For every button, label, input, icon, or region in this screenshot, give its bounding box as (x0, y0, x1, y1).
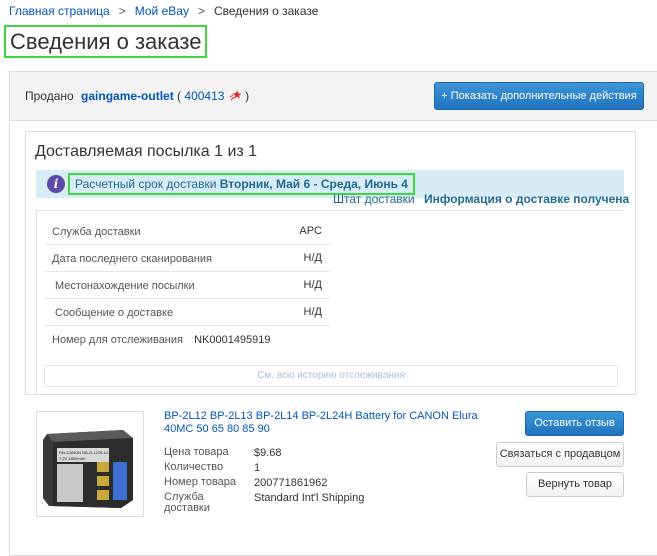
leave-feedback-button[interactable]: Оставить отзыв (525, 411, 624, 436)
detail-label: Номер товара (164, 476, 237, 488)
battery-label-line1: Fits CANON NB-2L12/2L14 (59, 450, 109, 455)
seller-paren-open: ( (177, 89, 182, 103)
battery-icon: Fits CANON NB-2L12/2L14 7.2V 1800mAh (37, 412, 143, 516)
show-more-actions-button[interactable]: + Показать дополнительные действия (434, 82, 644, 110)
contact-seller-button[interactable]: Связаться с продавцом (496, 442, 624, 467)
seller-feedback-score-link[interactable]: 400413 (184, 89, 224, 103)
row-value: Н/Д (303, 252, 322, 264)
battery-label-line2: 7.2V 1800mAh (59, 456, 85, 461)
item-shipping-row: Служба доставки Standard Int'l Shipping (164, 492, 364, 514)
delivery-status-value: Информация о доставке получена (423, 192, 630, 206)
breadcrumb-current: Сведения о заказе (213, 4, 319, 18)
tracking-number-label: Номер для отслеживания (52, 334, 183, 346)
tracking-row-location: Местонахождение посылки Н/Д (45, 272, 330, 299)
detail-value: $9.68 (254, 447, 282, 459)
item-price-row: Цена товара $9.68 (164, 446, 282, 460)
view-tracking-history-button[interactable]: См. всю историю отслеживания (44, 365, 618, 387)
detail-label: Цена товара (164, 446, 229, 458)
seller-paren-close: ) (245, 89, 250, 103)
delivery-status-label: Штат доставки (333, 192, 415, 206)
detail-value: 1 (254, 462, 261, 474)
package-title: Доставляемая посылка 1 из 1 (35, 143, 258, 160)
tracking-number-row: Номер для отслеживания NK0001495919 (52, 334, 271, 346)
row-label: Местонахождение посылки (55, 280, 195, 292)
breadcrumb: Главная страница > Мой eBay > Сведения о зак… (9, 4, 318, 18)
detail-value: Standard Int'l Shipping (254, 492, 365, 504)
detail-label: Количество (164, 461, 224, 473)
item-image[interactable]: Fits CANON NB-2L12/2L14 7.2V 1800mAh (36, 411, 144, 517)
tracking-row-message: Сообщение о доставке Н/Д (45, 299, 330, 326)
row-value: Н/Д (303, 306, 322, 318)
info-icon: i (47, 175, 65, 193)
breadcrumb-separator: > (118, 4, 126, 18)
row-value: APC (299, 225, 322, 237)
breadcrumb-separator: > (197, 4, 205, 18)
seller-info: Продано gaingame-outlet ( 400413 ) (25, 89, 249, 103)
item-quantity-row: Количество 1 (164, 461, 261, 475)
detail-value: 200771861962 (254, 477, 328, 489)
tracking-number: NK0001495919 (194, 334, 271, 346)
breadcrumb-home-link[interactable]: Главная страница (9, 4, 110, 18)
sold-by-label: Продано (25, 89, 74, 103)
breadcrumb-my-ebay-link[interactable]: Мой eBay (135, 4, 189, 18)
row-value: Н/Д (303, 279, 322, 291)
row-label: Дата последнего сканирования (52, 253, 212, 265)
delivery-status: Штат доставки Информация о доставке полу… (333, 192, 629, 206)
delivery-estimate-label: Расчетный срок доставки (75, 177, 217, 191)
row-label: Служба доставки (52, 226, 141, 238)
item-title-link[interactable]: BP-2L12 BP-2L13 BP-2L14 BP-2L24H Battery… (164, 410, 504, 436)
return-item-button[interactable]: Вернуть товар (526, 472, 624, 497)
tracking-row-carrier: Служба доставки APC (45, 218, 330, 245)
row-label: Сообщение о доставке (55, 307, 174, 319)
tracking-row-last-scan: Дата последнего сканирования Н/Д (45, 245, 330, 272)
page-title: Сведения о заказе (4, 25, 208, 58)
item-number-row: Номер товара 200771861962 (164, 476, 328, 490)
seller-bar: Продано gaingame-outlet ( 400413 ) + Пок… (9, 71, 657, 121)
delivery-estimate-dates: Вторник, Май 6 - Среда, Июнь 4 (219, 177, 408, 191)
shooting-star-icon (229, 89, 242, 101)
detail-label: Служба доставки (164, 491, 210, 514)
seller-name-link[interactable]: gaingame-outlet (81, 89, 174, 103)
